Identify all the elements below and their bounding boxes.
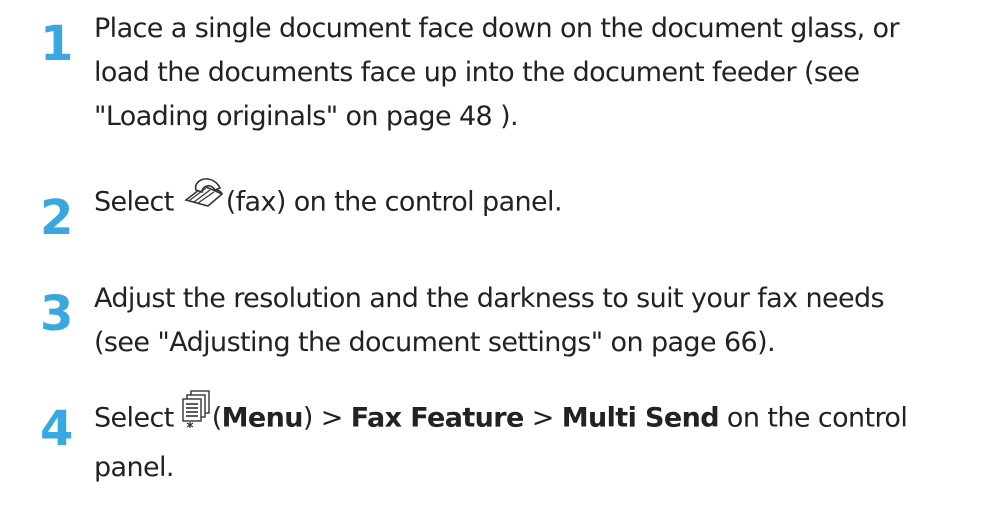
step-text-after: on the control: [718, 402, 908, 434]
step-line: "Loading originals" on page 48 ).: [94, 101, 519, 132]
step-number: 2: [40, 190, 74, 246]
step-text-after: (fax) on the control panel.: [225, 186, 563, 218]
separator: >: [523, 402, 562, 434]
step-text-before: Select: [94, 402, 182, 434]
paren-close: ) >: [302, 402, 351, 434]
step-text: Place a single document face down on the…: [94, 7, 994, 139]
fax-feature-label: Fax Feature: [350, 402, 525, 434]
menu-icon: [181, 389, 212, 443]
step-text-before: Select: [94, 186, 182, 218]
step-text: Select (fax) on the control panel.: [94, 176, 994, 227]
step-text: Select (Menu) > Fax Feature > Multi Send…: [94, 389, 994, 490]
menu-label: Menu: [221, 402, 304, 434]
step-number: 3: [40, 286, 74, 342]
step-line: Adjust the resolution and the darkness t…: [94, 283, 885, 314]
step-line: load the documents face up into the docu…: [94, 57, 860, 88]
step-line: (see "Adjusting the document settings" o…: [94, 327, 776, 358]
fax-icon: [182, 176, 226, 224]
step-line: panel.: [94, 452, 175, 483]
step-number: 4: [40, 401, 74, 457]
multi-send-label: Multi Send: [561, 402, 720, 434]
step-line: Place a single document face down on the…: [94, 13, 900, 44]
paren-open: (: [211, 402, 223, 434]
step-number: 1: [40, 16, 74, 72]
step-text: Adjust the resolution and the darkness t…: [94, 277, 994, 365]
